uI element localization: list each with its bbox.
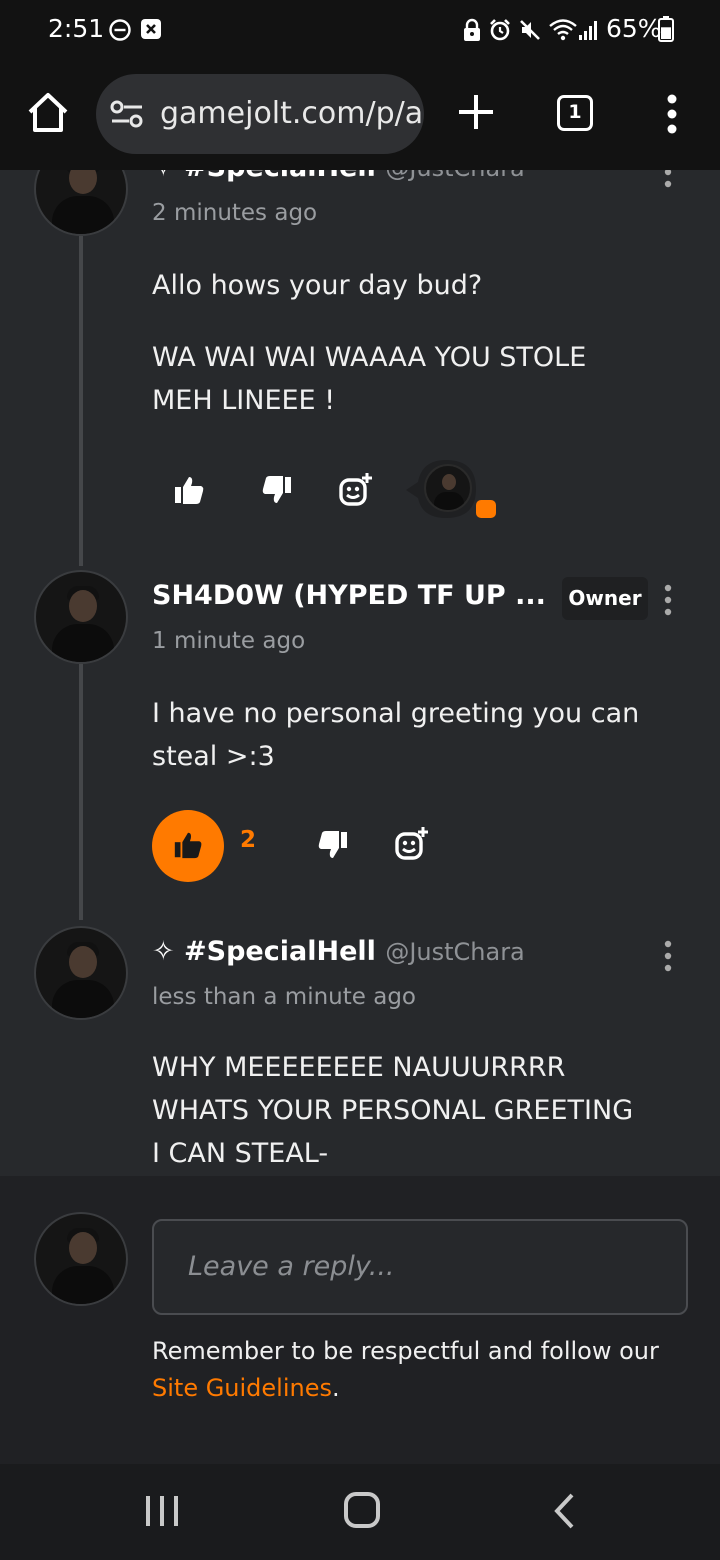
status-bar: 2:51 65% (0, 0, 720, 60)
sparkle-icon: ✧ (152, 936, 185, 967)
reply-panel: Leave a reply... Remember to be respectf… (0, 1176, 720, 1464)
comment-paragraph: WA WAI WAI WAAAA YOU STOLE (152, 342, 587, 373)
comment-paragraph: I CAN STEAL- (152, 1138, 329, 1169)
site-settings-icon[interactable] (110, 98, 144, 130)
avatar[interactable] (34, 926, 128, 1020)
thumbs-down-icon[interactable] (316, 828, 350, 862)
comment-timestamp[interactable]: 2 minutes ago (152, 200, 317, 226)
comment-thread: ✧ #SpecialHell @JustChara 2 minutes ago … (0, 170, 720, 1176)
browser-toolbar: gamejolt.com/p/a 1 (0, 60, 720, 170)
comment-author[interactable]: SH4D0W (HYPED TF UP ... (152, 580, 546, 611)
comment-paragraph: WHATS YOUR PERSONAL GREETING (152, 1095, 634, 1126)
reminder-period: . (332, 1374, 340, 1402)
status-time: 2:51 (48, 14, 105, 43)
guidelines-reminder: Remember to be respectful and follow our… (152, 1333, 692, 1407)
avatar[interactable] (34, 570, 128, 664)
comment-author[interactable]: #SpecialHell (184, 170, 376, 183)
wifi-icon (549, 19, 577, 41)
add-reaction-icon[interactable] (394, 826, 430, 862)
thread-line (79, 664, 83, 920)
avatar[interactable] (34, 170, 128, 236)
signal-icon (579, 21, 597, 40)
reply-placeholder: Leave a reply... (188, 1251, 395, 1282)
system-nav-bar (0, 1464, 720, 1560)
mute-icon (520, 20, 540, 40)
home-nav-icon[interactable] (344, 1492, 380, 1528)
url-text[interactable]: gamejolt.com/p/a (160, 96, 423, 131)
recent-apps-icon[interactable] (144, 1494, 180, 1528)
add-reaction-icon[interactable] (338, 472, 374, 508)
comment-options-icon[interactable] (662, 584, 674, 616)
reminder-text: Remember to be respectful and follow our (152, 1337, 659, 1365)
comment-author-row[interactable]: ✧ #SpecialHell @JustChara (152, 170, 525, 183)
thread-line (79, 236, 83, 566)
notification-app-icon (141, 19, 161, 39)
battery-percent: 65% (606, 14, 662, 43)
comment-options-icon[interactable] (662, 170, 674, 188)
comment-author[interactable]: #SpecialHell (184, 936, 376, 967)
thumbs-up-icon[interactable] (172, 473, 206, 507)
comment-timestamp[interactable]: 1 minute ago (152, 628, 305, 654)
current-user-avatar[interactable] (34, 1212, 128, 1306)
comment-author-row[interactable]: ✧ #SpecialHell @JustChara (152, 936, 525, 967)
lock-icon (464, 18, 480, 41)
do-not-disturb-icon (109, 19, 131, 41)
reply-indicator-icon (476, 500, 496, 518)
comment-options-icon[interactable] (662, 940, 674, 972)
new-tab-icon[interactable] (456, 92, 496, 132)
thumbs-up-icon (174, 832, 202, 859)
thumbs-down-icon[interactable] (260, 473, 294, 507)
comment-paragraph: MEH LINEEE ! (152, 385, 336, 416)
comment-handle[interactable]: @JustChara (385, 938, 524, 966)
home-icon[interactable] (26, 90, 70, 134)
tab-switcher-icon[interactable]: 1 (557, 95, 593, 131)
comment-paragraph: Allo hows your day bud? (152, 270, 483, 301)
comment-paragraph: steal >:3 (152, 741, 275, 772)
alarm-icon (490, 19, 510, 41)
reply-input[interactable]: Leave a reply... (152, 1219, 688, 1315)
comment-timestamp[interactable]: less than a minute ago (152, 984, 416, 1010)
battery-icon (658, 16, 674, 42)
site-guidelines-link[interactable]: Site Guidelines (152, 1374, 332, 1402)
like-count[interactable]: 2 (240, 827, 256, 853)
like-button-active[interactable] (152, 810, 224, 882)
replier-avatar[interactable] (424, 464, 472, 512)
back-icon[interactable] (552, 1492, 576, 1530)
comment-handle[interactable]: @JustChara (385, 170, 524, 182)
sparkle-icon: ✧ (152, 170, 184, 183)
owner-badge: Owner (562, 577, 648, 620)
address-bar[interactable]: gamejolt.com/p/a (96, 74, 424, 154)
menu-icon[interactable] (662, 94, 682, 134)
comment-paragraph: WHY MEEEEEEEE NAUUURRRR (152, 1052, 566, 1083)
comment-paragraph: I have no personal greeting you can (152, 698, 640, 729)
